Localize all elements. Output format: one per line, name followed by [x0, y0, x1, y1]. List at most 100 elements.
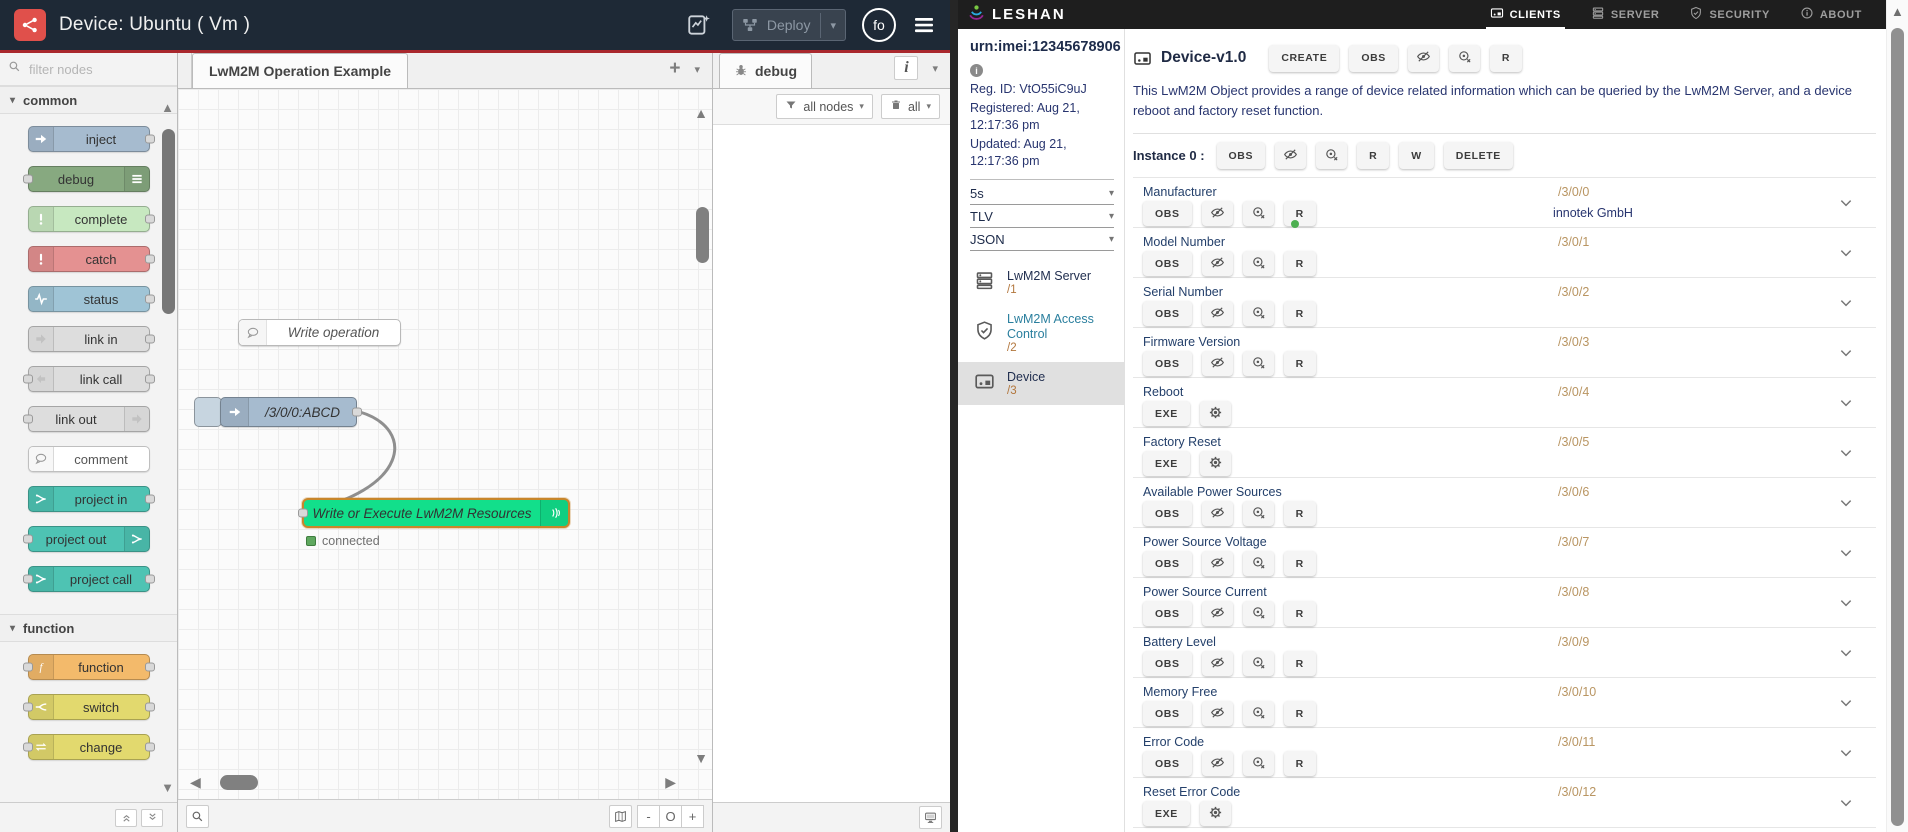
gear-button[interactable]	[1199, 451, 1231, 476]
output-port[interactable]	[144, 214, 155, 224]
obs-x-button[interactable]	[1242, 651, 1274, 676]
obs-button[interactable]: OBS	[1143, 701, 1192, 726]
expand-chevron-icon[interactable]	[1838, 245, 1854, 261]
search-flows-button[interactable]	[186, 804, 209, 828]
r-button[interactable]: R	[1283, 201, 1316, 226]
object-item-lwm2m-access-control[interactable]: LwM2M Access Control/2	[958, 304, 1124, 362]
main-menu-button[interactable]	[912, 13, 936, 37]
page-scrollbar-thumb[interactable]	[1891, 28, 1904, 826]
eye-off-button[interactable]	[1201, 551, 1233, 576]
obs-x-button[interactable]	[1242, 201, 1274, 226]
palette-section-common[interactable]: ▾ common	[0, 86, 177, 114]
eye-off-button[interactable]	[1201, 301, 1233, 326]
sidebar-options-caret-icon[interactable]: ▾	[932, 62, 938, 75]
w-button[interactable]: W	[1399, 142, 1434, 169]
palette-node-link-in[interactable]: link in	[27, 326, 155, 352]
expand-chevron-icon[interactable]	[1838, 345, 1854, 361]
r-button[interactable]: R	[1283, 301, 1316, 326]
client-select-5s[interactable]: 5s ▾	[970, 182, 1114, 205]
output-port[interactable]	[144, 134, 155, 144]
output-port[interactable]	[144, 254, 155, 264]
lwm2m-write-node[interactable]: Write or Execute LwM2M Resources	[298, 498, 570, 528]
palette-scrollbar-thumb[interactable]	[162, 129, 175, 314]
flow-list-caret-icon[interactable]: ▾	[694, 63, 700, 76]
r-button[interactable]: R	[1283, 251, 1316, 276]
input-port[interactable]	[298, 508, 308, 518]
expand-chevron-icon[interactable]	[1838, 795, 1854, 811]
canvas-hscrollbar-thumb[interactable]	[220, 775, 258, 790]
open-in-window-button[interactable]	[919, 806, 942, 829]
navigator-toggle-button[interactable]	[609, 804, 632, 828]
palette-node-debug[interactable]: debug	[22, 166, 150, 192]
expand-chevron-icon[interactable]	[1838, 745, 1854, 761]
palette-node-comment[interactable]: comment	[27, 446, 150, 472]
obs-button[interactable]: OBS	[1143, 351, 1192, 376]
expand-chevron-icon[interactable]	[1838, 595, 1854, 611]
deploy-options-caret-icon[interactable]: ▾	[820, 12, 845, 38]
r-button[interactable]: R	[1489, 44, 1523, 72]
obs-button[interactable]: OBS	[1143, 501, 1192, 526]
output-port[interactable]	[144, 494, 155, 504]
obs-x-button[interactable]	[1242, 551, 1274, 576]
obs-x-button[interactable]	[1242, 251, 1274, 276]
input-port[interactable]	[22, 662, 33, 672]
eye-off-button[interactable]	[1275, 142, 1307, 169]
page-scroll-up-icon[interactable]: ▲	[1891, 4, 1904, 19]
palette-node-function[interactable]: f function	[22, 654, 155, 680]
comment-node[interactable]: Write operation	[238, 319, 401, 346]
palette-node-project-out[interactable]: project out	[22, 526, 150, 552]
obs-button[interactable]: OBS	[1143, 201, 1192, 226]
node-help-button[interactable]: i	[894, 56, 919, 80]
expand-chevron-icon[interactable]	[1838, 545, 1854, 561]
obs-button[interactable]: OBS	[1143, 551, 1192, 576]
obs-button[interactable]: OBS	[1143, 301, 1192, 326]
palette-node-link-out[interactable]: link out	[22, 406, 150, 432]
input-port[interactable]	[22, 702, 33, 712]
create-button[interactable]: CREATE	[1269, 44, 1340, 72]
palette-node-project-call[interactable]: project call	[22, 566, 155, 592]
obs-button[interactable]: OBS	[1143, 751, 1192, 776]
input-port[interactable]	[22, 174, 33, 184]
r-button[interactable]: R	[1357, 142, 1390, 169]
obs-x-button[interactable]	[1242, 751, 1274, 776]
expand-categories-button[interactable]	[141, 808, 163, 827]
obs-button[interactable]: OBS	[1143, 601, 1192, 626]
leshan-brand[interactable]: LESHAN	[968, 2, 1066, 27]
palette-scroll-up-icon[interactable]: ▲	[161, 101, 174, 114]
gear-button[interactable]	[1199, 801, 1231, 826]
canvas-vscrollbar-thumb[interactable]	[696, 207, 709, 263]
r-button[interactable]: R	[1283, 751, 1316, 776]
obs-button[interactable]: OBS	[1143, 251, 1192, 276]
obs-x-button[interactable]	[1316, 142, 1348, 169]
eye-off-button[interactable]	[1407, 44, 1439, 72]
r-button[interactable]: R	[1283, 601, 1316, 626]
obs-x-button[interactable]	[1448, 44, 1480, 72]
input-port[interactable]	[22, 374, 33, 384]
flow-canvas[interactable]: Write operation /3/0/0:ABCD Write or Exe…	[178, 89, 712, 799]
palette-node-project-in[interactable]: project in	[27, 486, 155, 512]
palette-node-link-call[interactable]: link call	[22, 366, 155, 392]
input-port[interactable]	[22, 574, 33, 584]
exe-button[interactable]: EXE	[1143, 401, 1190, 426]
canvas-scroll-down-icon[interactable]: ▼	[694, 750, 708, 766]
nav-security[interactable]: SECURITY	[1689, 0, 1769, 29]
zoom-in-button[interactable]: +	[681, 804, 704, 828]
obs-button[interactable]: OBS	[1143, 651, 1192, 676]
palette-node-change[interactable]: change	[22, 734, 155, 760]
inject-trigger-button[interactable]	[194, 397, 222, 427]
r-button[interactable]: R	[1283, 551, 1316, 576]
zoom-reset-button[interactable]: O	[659, 804, 682, 828]
palette-section-function[interactable]: ▾ function	[0, 614, 177, 642]
gear-button[interactable]	[1199, 401, 1231, 426]
obs-button[interactable]: OBS	[1216, 142, 1266, 169]
output-port[interactable]	[352, 407, 362, 417]
debug-clear-button[interactable]: all ▾	[880, 94, 940, 119]
tab-debug[interactable]: debug	[719, 53, 812, 88]
input-port[interactable]	[22, 414, 33, 424]
palette-scroll-down-icon[interactable]: ▼	[161, 781, 174, 794]
expand-chevron-icon[interactable]	[1838, 645, 1854, 661]
palette-node-status[interactable]: status	[27, 286, 155, 312]
expand-chevron-icon[interactable]	[1838, 195, 1854, 211]
output-port[interactable]	[144, 334, 155, 344]
eye-off-button[interactable]	[1201, 701, 1233, 726]
